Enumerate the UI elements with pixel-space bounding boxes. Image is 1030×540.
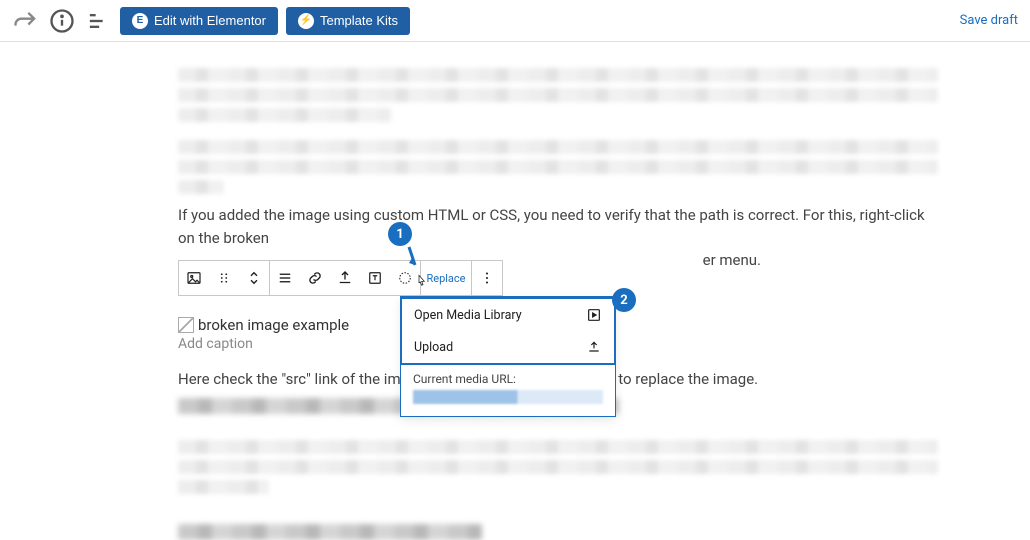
redacted-text (178, 88, 938, 102)
redacted-text (178, 480, 269, 494)
redacted-heading (178, 524, 482, 540)
redacted-text (178, 180, 224, 194)
callout-badge-1: 1 (388, 222, 412, 246)
upload-icon[interactable] (330, 261, 360, 295)
broken-image-alt: broken image example (198, 316, 349, 334)
callout-arrow (399, 245, 419, 269)
current-media-url-label: Current media URL: (401, 364, 615, 390)
current-media-url-field[interactable] (413, 390, 603, 404)
media-library-icon (586, 307, 602, 323)
callout-badge-2: 2 (612, 288, 636, 312)
redacted-text (178, 68, 938, 82)
bolt-icon: ⚡ (298, 13, 314, 29)
redacted-text (178, 440, 938, 454)
move-updown-icon[interactable] (239, 261, 269, 295)
block-type-image-icon[interactable] (179, 261, 209, 295)
editor-canvas: If you added the image using custom HTML… (0, 42, 1030, 540)
broken-image-icon (178, 317, 194, 333)
info-icon[interactable] (48, 7, 76, 35)
open-media-library-label: Open Media Library (414, 308, 522, 323)
redacted-text (178, 140, 938, 154)
save-draft-link[interactable]: Save draft (960, 13, 1018, 28)
more-options-icon[interactable] (472, 261, 502, 295)
align-icon[interactable] (270, 261, 300, 295)
open-media-library-item[interactable]: Open Media Library (402, 299, 614, 331)
image-block-toolbar: Replace (178, 260, 503, 296)
cursor-pointer-icon (414, 274, 428, 290)
upload-icon (586, 339, 602, 355)
template-kits-label: Template Kits (320, 13, 398, 28)
redacted-text (178, 160, 938, 174)
editor-top-bar: E Edit with Elementor ⚡ Template Kits Sa… (0, 0, 1030, 42)
link-icon[interactable] (300, 261, 330, 295)
upload-label: Upload (414, 340, 453, 355)
replace-dropdown: Open Media Library Upload Current media … (400, 296, 616, 417)
edit-with-elementor-label: Edit with Elementor (154, 13, 266, 28)
redacted-text (178, 460, 938, 474)
drag-handle-icon[interactable] (209, 261, 239, 295)
edit-with-elementor-button[interactable]: E Edit with Elementor (120, 7, 278, 35)
redacted-text (178, 108, 391, 122)
text-overlay-icon[interactable] (360, 261, 390, 295)
upload-item[interactable]: Upload (402, 331, 614, 363)
redo-icon[interactable] (12, 7, 40, 35)
elementor-icon: E (132, 13, 148, 29)
outline-icon[interactable] (84, 7, 112, 35)
replace-button[interactable]: Replace (421, 261, 471, 295)
replace-label: Replace (426, 273, 465, 284)
template-kits-button[interactable]: ⚡ Template Kits (286, 7, 410, 35)
